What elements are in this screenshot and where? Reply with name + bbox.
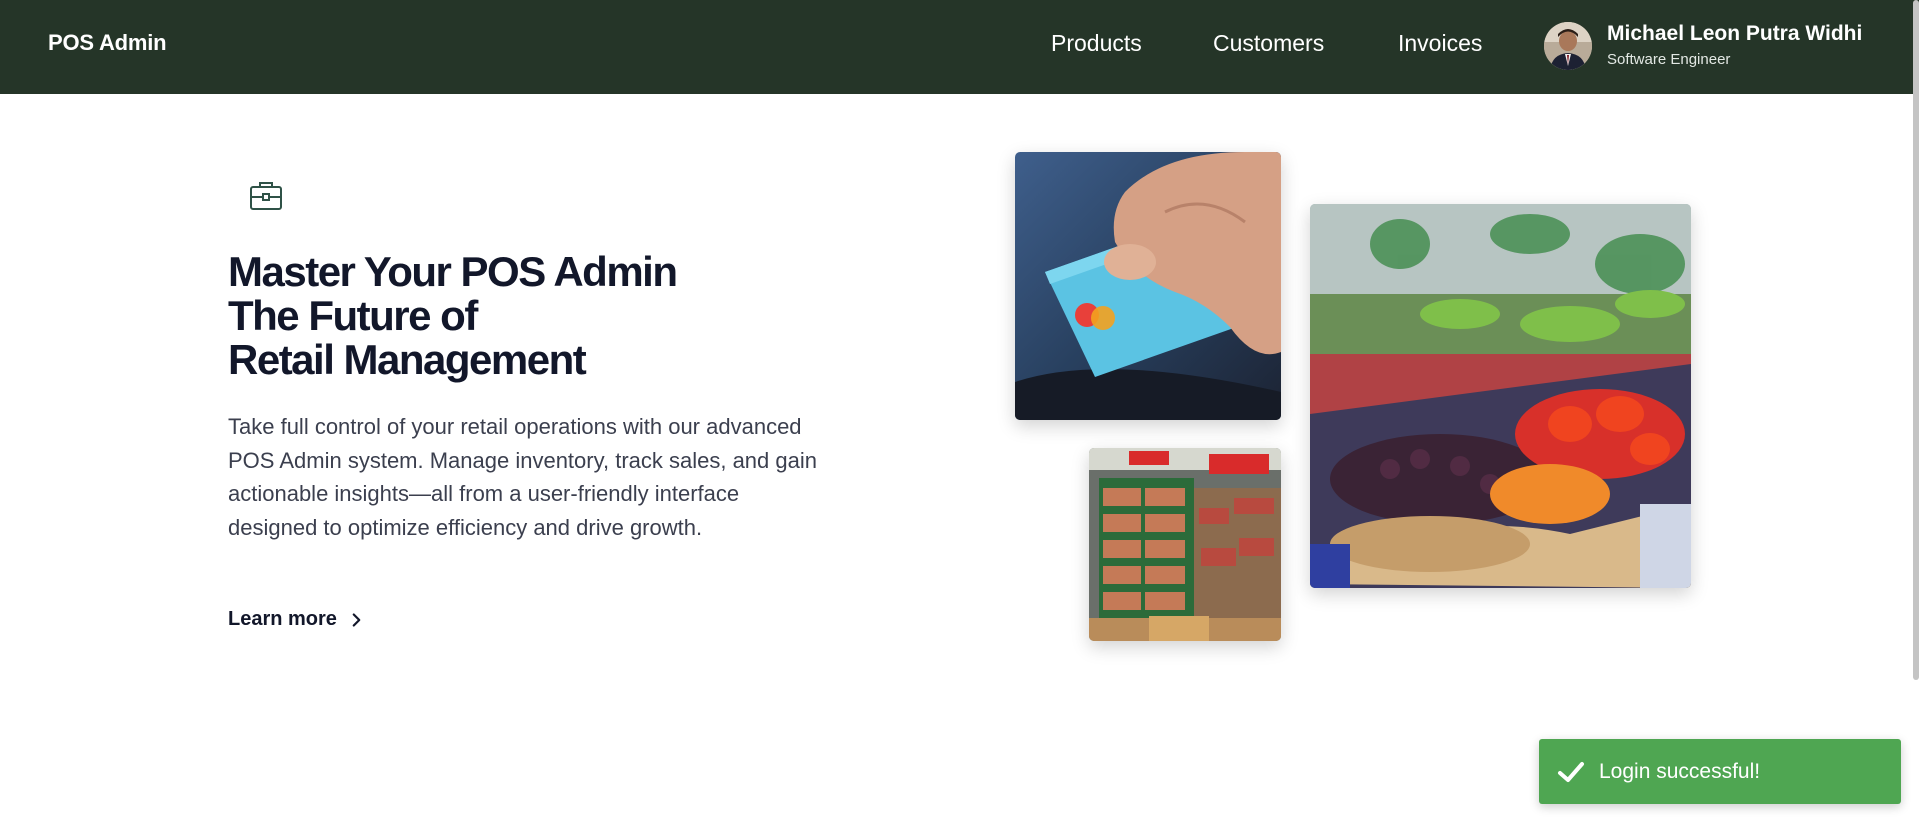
nav-link-products[interactable]: Products xyxy=(1051,30,1142,57)
nav-link-invoices[interactable]: Invoices xyxy=(1398,30,1482,57)
login-success-toast[interactable]: Login successful! xyxy=(1539,739,1901,804)
top-navbar: POS Admin Products Customers Invoices Mi… xyxy=(0,0,1919,94)
checkmark-icon xyxy=(1558,761,1584,782)
hero-description: Take full control of your retail operati… xyxy=(228,414,817,540)
brand-logo-text[interactable]: POS Admin xyxy=(48,30,167,56)
headline-line-2: The Future of xyxy=(228,292,478,339)
supermarket-aisle-photo xyxy=(1089,448,1281,641)
chevron-right-icon xyxy=(352,612,361,627)
briefcase-icon xyxy=(248,178,284,214)
user-avatar[interactable] xyxy=(1544,22,1592,70)
headline-line-3: Retail Management xyxy=(228,336,587,383)
user-name: Michael Leon Putra Widhi xyxy=(1607,22,1863,45)
learn-more-label: Learn more xyxy=(228,608,337,630)
headline-line-1: Master Your POS Admin xyxy=(228,248,678,295)
produce-market-photo xyxy=(1310,204,1691,588)
hero-headline: Master Your POS Admin The Future of Reta… xyxy=(228,250,828,382)
toast-message: Login successful! xyxy=(1599,759,1761,783)
learn-more-link[interactable]: Learn more xyxy=(228,608,362,631)
user-role: Software Engineer xyxy=(1607,51,1731,68)
page-scrollbar[interactable] xyxy=(1913,0,1919,680)
credit-card-payment-photo xyxy=(1015,152,1281,420)
nav-link-customers[interactable]: Customers xyxy=(1213,30,1324,57)
user-avatar-photo xyxy=(1544,22,1592,70)
